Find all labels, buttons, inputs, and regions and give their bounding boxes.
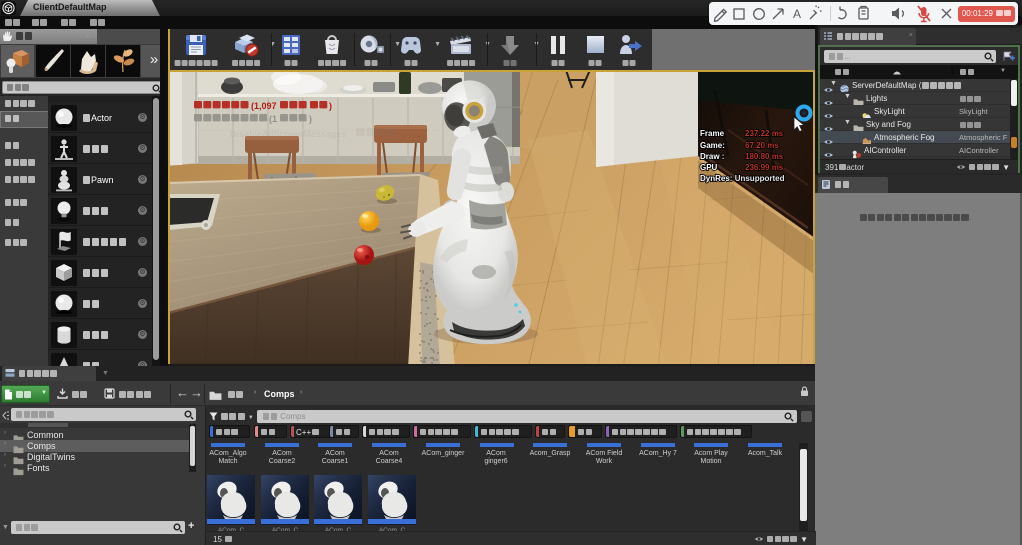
svg-text:): ) [309, 114, 312, 124]
svg-text:GPU: GPU [700, 163, 718, 172]
svg-text:DynRes: Unsupported: DynRes: Unsupported [700, 174, 785, 183]
svg-text:(1: (1 [269, 114, 277, 124]
svg-text:Frame: Frame [700, 129, 725, 138]
svg-text:(1,097: (1,097 [251, 101, 277, 111]
svg-text:A: A [793, 7, 801, 21]
svg-text:237.22 ms: 237.22 ms [745, 129, 784, 138]
svg-text:DisableAllScreenMessages: DisableAllScreenMessages [230, 129, 347, 139]
svg-text:180.80 ms: 180.80 ms [745, 152, 784, 161]
svg-text:Draw :: Draw : [700, 152, 724, 161]
svg-text:Game:: Game: [700, 141, 725, 150]
svg-text:67.20 ms: 67.20 ms [745, 141, 779, 150]
svg-text:236.99 ms: 236.99 ms [745, 163, 784, 172]
svg-text:): ) [329, 101, 332, 111]
